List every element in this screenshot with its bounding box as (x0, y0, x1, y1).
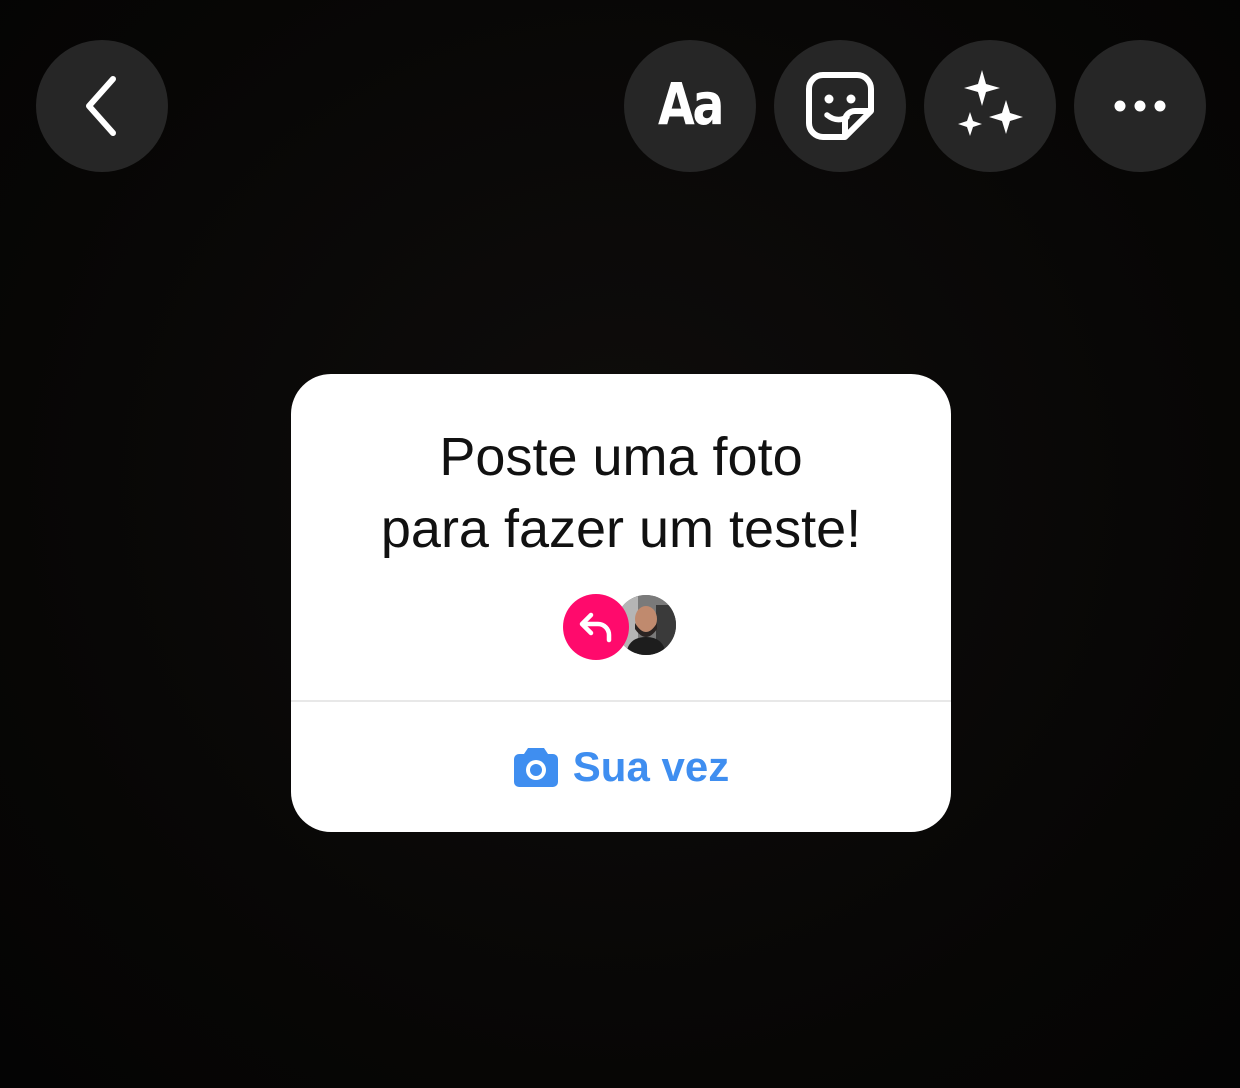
more-button[interactable] (1074, 40, 1206, 172)
participants[interactable] (563, 592, 681, 660)
add-yours-sticker[interactable]: Poste uma foto para fazer um teste! Sua … (291, 374, 951, 832)
sticker-button[interactable] (774, 40, 906, 172)
back-button[interactable] (36, 40, 168, 172)
your-turn-label: Sua vez (572, 743, 730, 790)
sticker-icon (806, 72, 874, 140)
sticker-prompt-line-2: para fazer um teste! (380, 499, 862, 559)
reply-badge (563, 594, 629, 660)
reply-arrow-icon (579, 612, 612, 643)
more-horizontal-icon (1114, 100, 1166, 112)
sparkles-icon (958, 70, 1023, 136)
effects-button[interactable] (924, 40, 1056, 172)
text-tool-label: Aa (658, 70, 724, 138)
sticker-prompt-line-1: Poste uma foto (439, 427, 803, 487)
your-turn-button[interactable]: Sua vez (291, 702, 951, 832)
chevron-left-icon (86, 76, 116, 136)
text-tool-button[interactable]: Aa (624, 40, 756, 172)
camera-icon (513, 748, 558, 787)
